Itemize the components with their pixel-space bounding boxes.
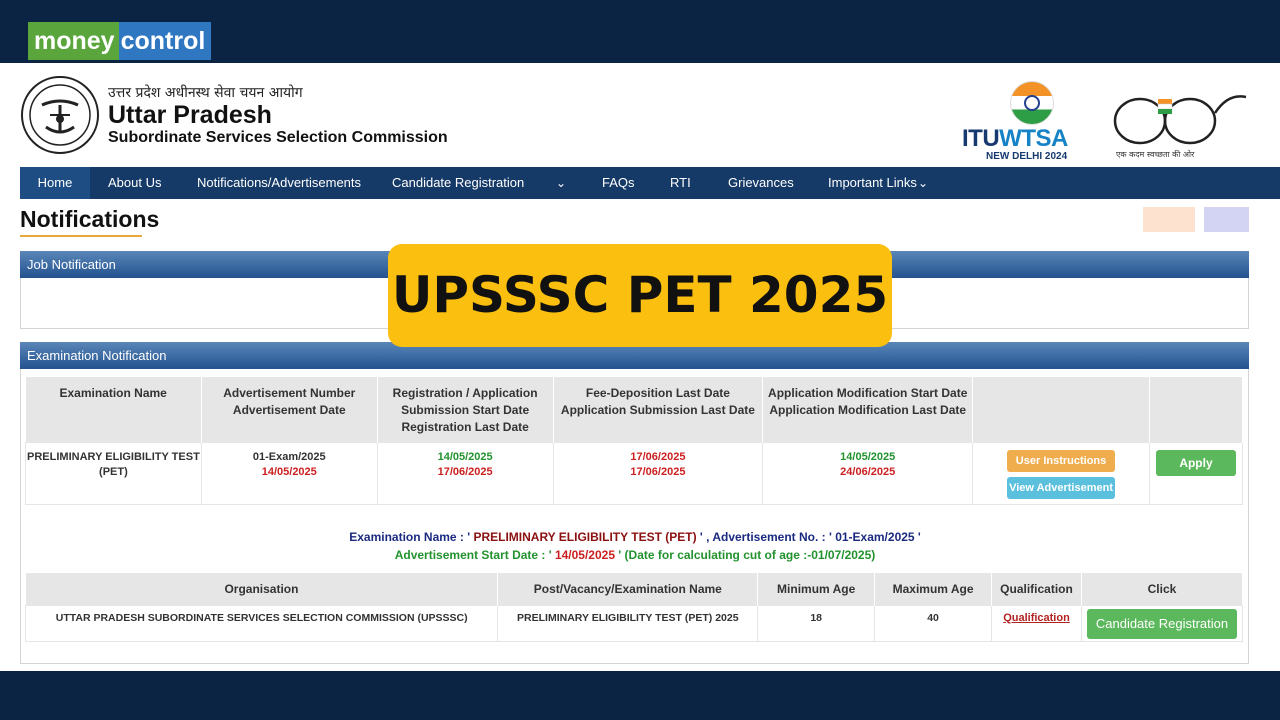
col-actions	[972, 377, 1150, 442]
hindi-title: उत्तर प्रदेश अधीनस्थ सेवा चयन आयोग	[108, 85, 303, 101]
exam-info-value: PRELIMINARY ELIGIBILITY TEST (PET)	[470, 530, 700, 544]
nav-important-links[interactable]: Important Links	[828, 167, 917, 199]
chakra-icon	[1024, 95, 1040, 111]
cell-apply: Apply	[1148, 441, 1244, 505]
cell-max-age: 40	[874, 604, 993, 642]
site-header: उत्तर प्रदेश अधीनस्थ सेवा चयन आयोग Uttar…	[0, 63, 1280, 167]
qualification-link[interactable]: Qualification	[1003, 612, 1070, 624]
cell-exam-name: PRELIMINARY ELIGIBILITY TEST (PET)	[25, 441, 202, 505]
adv-number: 01-Exam/2025	[252, 450, 326, 463]
cell-register: Candidate Registration	[1080, 604, 1244, 642]
moneycontrol-logo[interactable]: money control	[28, 22, 212, 60]
itu-text: ITU	[962, 125, 1000, 152]
font-size-toggle[interactable]	[1143, 207, 1195, 232]
nav-notifications[interactable]: Notifications/Advertisements	[197, 167, 361, 199]
cell-organisation: UTTAR PRADESH SUBORDINATE SERVICES SELEC…	[24, 604, 499, 642]
wtsa-text: WTSA	[999, 125, 1068, 152]
swachh-glasses-icon	[1113, 95, 1247, 145]
itu-wtsa-text: ITUWTSA	[962, 125, 1068, 153]
swachh-bharat-logo: एक कदम स्वच्छता की ओर	[1110, 83, 1250, 159]
col-modification-dates: Application Modification Start Date Appl…	[762, 377, 974, 442]
adv-info: ' , Advertisement No. : ' 01-Exam/2025 '	[699, 530, 921, 544]
adv-start-label: Advertisement Start Date : '	[394, 548, 552, 562]
col-organisation: Organisation	[25, 573, 499, 605]
bottom-bar	[0, 671, 1280, 720]
col-registration-dates: Registration / Application Submission St…	[377, 377, 554, 442]
candidate-registration-button[interactable]: Candidate Registration	[1086, 608, 1237, 639]
cell-adv: 01-Exam/2025 14/05/2025	[200, 441, 378, 505]
user-instructions-button[interactable]: User Instructions	[1007, 449, 1116, 472]
cell-actions: User Instructions View Advertisement	[972, 441, 1150, 505]
adv-date: 14/05/2025	[261, 465, 317, 478]
adv-start-value: 14/05/2025	[551, 548, 619, 562]
col-max-age: Maximum Age	[874, 573, 993, 605]
site-title: Uttar Pradesh	[108, 101, 272, 129]
upsssc-page: उत्तर प्रदेश अधीनस्थ सेवा चयन आयोग Uttar…	[0, 63, 1280, 671]
col-exam-name: Examination Name	[25, 377, 202, 442]
app-last-date: 17/06/2025	[630, 465, 686, 478]
exam-table-header: Examination Name Advertisement Number Ad…	[25, 377, 1244, 442]
fee-last-date: 17/06/2025	[630, 450, 686, 463]
table-row: PRELIMINARY ELIGIBILITY TEST (PET) 01-Ex…	[25, 441, 1244, 505]
cell-registration: 14/05/2025 17/06/2025	[376, 441, 554, 505]
up-emblem-icon	[21, 76, 99, 154]
mod-last-date: 24/06/2025	[840, 465, 896, 478]
title-underline	[20, 235, 142, 237]
nav-home[interactable]: Home	[20, 167, 90, 199]
adv-start-suffix: ' (Date for calculating cut of age :-01/…	[618, 548, 876, 562]
col-fee-dates: Fee-Deposition Last Date Application Sub…	[553, 377, 764, 442]
col-click: Click	[1081, 573, 1244, 605]
exam-info-line: Examination Name : ' PRELIMINARY ELIGIBI…	[0, 530, 1270, 544]
itu-wtsa-logo: ITUWTSA NEW DELHI 2024	[962, 81, 1102, 163]
table-row: UTTAR PRADESH SUBORDINATE SERVICES SELEC…	[24, 604, 1244, 642]
itu-location: NEW DELHI 2024	[986, 151, 1068, 162]
organisation-table: Organisation Post/Vacancy/Examination Na…	[24, 573, 1244, 642]
logo-part-control: control	[118, 22, 212, 60]
main-nav: Home About Us Notifications/Advertisemen…	[20, 167, 1280, 199]
nav-grievances[interactable]: Grievances	[728, 167, 794, 199]
logo-part-money: money	[28, 22, 119, 60]
col-post: Post/Vacancy/Examination Name	[497, 573, 759, 605]
cell-post: PRELIMINARY ELIGIBILITY TEST (PET) 2025	[497, 604, 759, 642]
col-min-age: Minimum Age	[757, 573, 876, 605]
cell-min-age: 18	[757, 604, 876, 642]
reg-last-date: 17/06/2025	[437, 465, 493, 478]
upsssc-pet-banner: UPSSSC PET 2025	[388, 244, 892, 347]
nav-candidate-registration[interactable]: Candidate Registration	[392, 167, 524, 199]
reg-start-date: 14/05/2025	[437, 450, 493, 463]
nav-about-us[interactable]: About Us	[108, 167, 161, 199]
chevron-down-icon[interactable]: ⌄	[918, 167, 928, 199]
theme-toggle[interactable]	[1204, 207, 1249, 232]
nav-rti[interactable]: RTI	[670, 167, 691, 199]
col-apply	[1149, 377, 1244, 442]
organisation-table-header: Organisation Post/Vacancy/Examination Na…	[25, 573, 1244, 605]
site-subtitle: Subordinate Services Selection Commissio…	[108, 129, 448, 146]
mod-start-date: 14/05/2025	[840, 450, 896, 463]
cell-fee: 17/06/2025 17/06/2025	[552, 441, 764, 505]
nav-faqs[interactable]: FAQs	[602, 167, 635, 199]
adv-start-line: Advertisement Start Date : ' 14/05/2025 …	[0, 548, 1270, 562]
col-qualification: Qualification	[991, 573, 1082, 605]
cell-modification: 14/05/2025 24/06/2025	[762, 441, 974, 505]
col-adv-number: Advertisement Number Advertisement Date	[201, 377, 378, 442]
chevron-down-icon[interactable]: ⌄	[556, 167, 566, 199]
page-title: Notifications	[20, 206, 160, 232]
exam-table: Examination Name Advertisement Number Ad…	[25, 377, 1244, 505]
view-advertisement-button[interactable]: View Advertisement	[1007, 476, 1116, 499]
moneycontrol-bar: money control	[0, 0, 1280, 63]
apply-button[interactable]: Apply	[1155, 449, 1236, 476]
cell-qualification: Qualification	[991, 604, 1082, 642]
exam-info-label: Examination Name : '	[349, 530, 471, 544]
swachh-tagline: एक कदम स्वच्छता की ओर	[1116, 150, 1195, 159]
